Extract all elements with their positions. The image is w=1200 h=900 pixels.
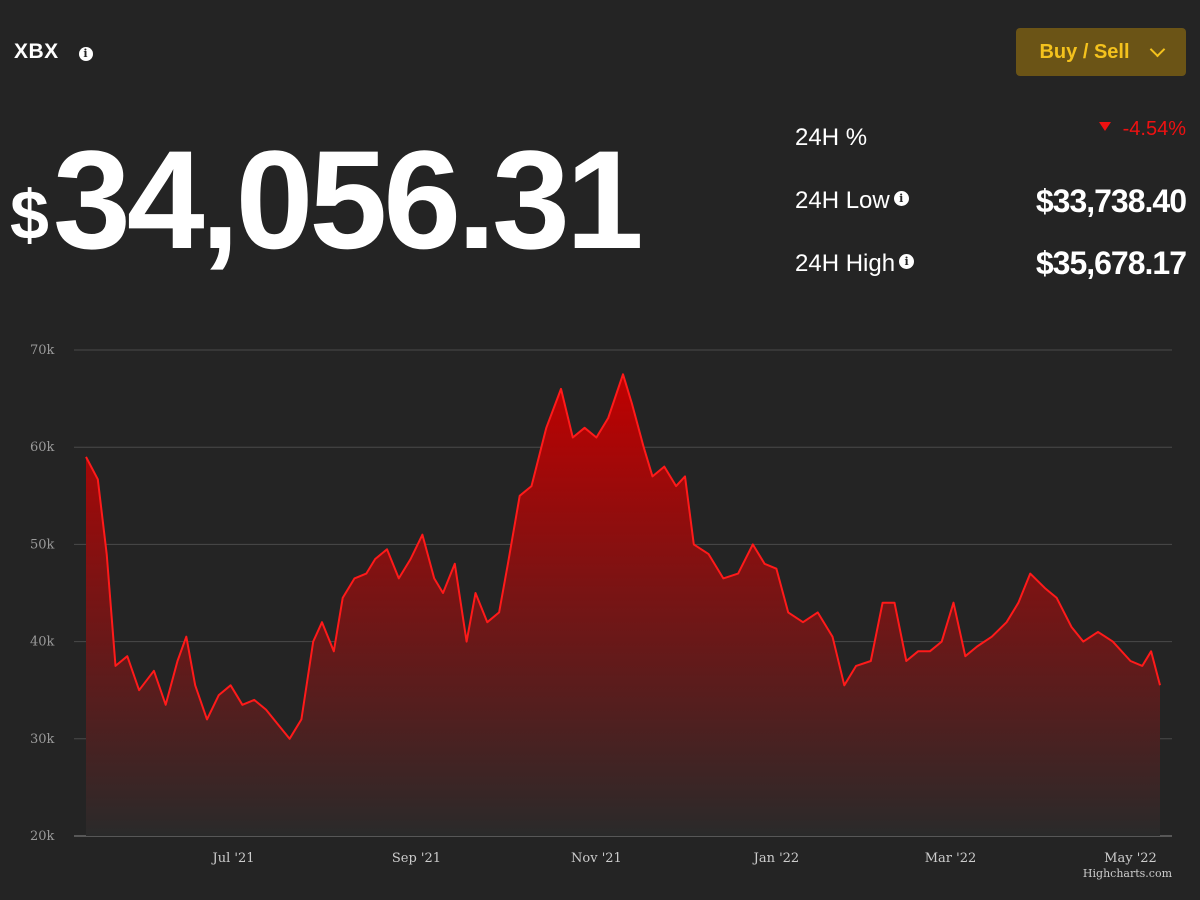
chart-credits[interactable]: Highcharts.com	[1083, 867, 1172, 880]
price-chart[interactable]: 20k 30k 40k 50k 60k 70k Jul '21 Sep '21 Nov '21 J…	[0, 330, 1200, 870]
high-label-text: 24H High	[795, 250, 896, 277]
price-area-fill	[86, 374, 1160, 836]
y-tick-label: 20k	[30, 829, 55, 844]
info-icon[interactable]: i	[78, 46, 93, 61]
change-label: 24H %	[795, 124, 867, 152]
chevron-down-icon	[1149, 41, 1165, 57]
ticker-header: XBX i	[14, 40, 93, 64]
info-icon[interactable]: i	[893, 190, 909, 206]
x-tick-label: Sep '21	[392, 851, 441, 866]
high-value: $35,678.17	[1035, 245, 1187, 281]
change-value-text: -4.54%	[1122, 118, 1186, 140]
low-value: $33,738.40	[1035, 183, 1187, 219]
y-tick-label: 70k	[30, 343, 55, 358]
price-currency: $	[10, 176, 49, 254]
change-value: -4.54%	[1098, 118, 1186, 141]
y-tick-label: 30k	[30, 732, 55, 747]
y-tick-label: 60k	[30, 440, 55, 455]
x-tick-label: May '22	[1104, 851, 1157, 866]
x-tick-label: Jul '21	[211, 851, 255, 866]
buy-sell-button[interactable]: Buy / Sell	[1016, 28, 1186, 76]
ticker-symbol: XBX	[14, 40, 59, 63]
info-icon[interactable]: i	[899, 253, 915, 269]
change-label-text: 24H %	[795, 124, 868, 151]
price-value: 34,056.31	[52, 121, 644, 278]
low-label: 24H Low i	[795, 187, 909, 215]
y-tick-label: 50k	[30, 537, 55, 552]
buy-sell-label: Buy / Sell	[1039, 40, 1130, 63]
low-label-text: 24H Low	[795, 187, 890, 214]
x-tick-label: Nov '21	[571, 851, 622, 866]
down-arrow-icon	[1098, 122, 1111, 131]
x-tick-label: Mar '22	[925, 851, 977, 866]
high-label: 24H High i	[795, 250, 915, 278]
current-price: $ 34,056.31	[10, 121, 644, 278]
y-tick-label: 40k	[30, 635, 55, 650]
x-tick-label: Jan '22	[752, 851, 800, 866]
